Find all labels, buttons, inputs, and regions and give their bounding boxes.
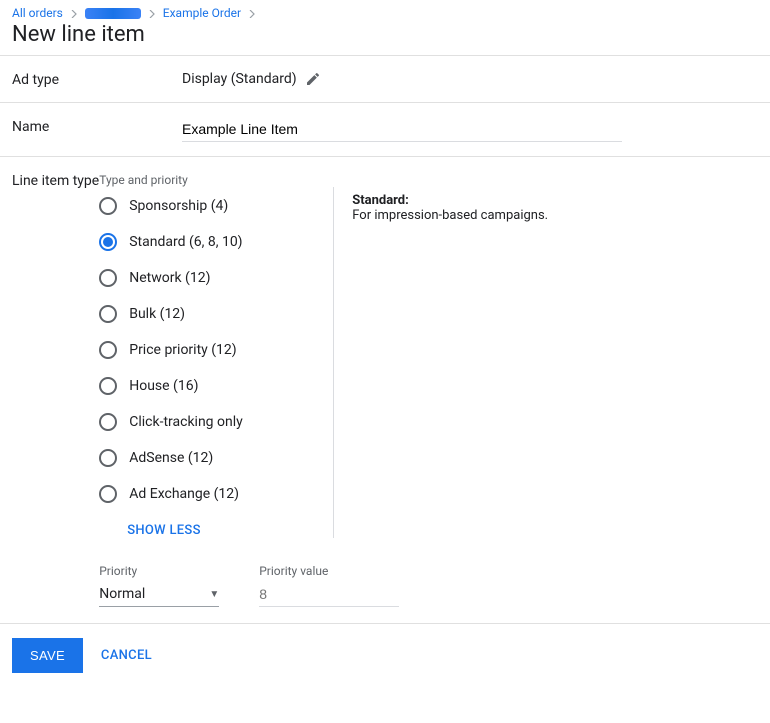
priority-value-input[interactable] xyxy=(259,582,399,607)
radio-option[interactable]: Ad Exchange (12) xyxy=(99,485,319,503)
type-info-title: Standard: xyxy=(352,193,409,208)
radio-option[interactable]: AdSense (12) xyxy=(99,449,319,467)
name-input[interactable] xyxy=(182,117,622,142)
radio-option[interactable]: Network (12) xyxy=(99,269,319,287)
footer-actions: SAVE CANCEL xyxy=(0,623,770,687)
radio-icon xyxy=(99,341,117,359)
radio-option-label: Price priority (12) xyxy=(129,342,236,358)
breadcrumb-link-redacted[interactable] xyxy=(85,8,141,19)
radio-option-label: Bulk (12) xyxy=(129,306,185,322)
radio-option[interactable]: Click-tracking only xyxy=(99,413,319,431)
radio-icon xyxy=(99,485,117,503)
breadcrumb-link-order[interactable]: Example Order xyxy=(163,6,241,20)
breadcrumb: All orders Example Order xyxy=(12,6,758,20)
vertical-divider xyxy=(333,187,334,538)
chevron-right-icon xyxy=(70,7,78,21)
chevron-down-icon: ▼ xyxy=(209,589,219,600)
section-line-item-type: Line item type Type and priority Sponsor… xyxy=(0,156,770,623)
radio-option[interactable]: Price priority (12) xyxy=(99,341,319,359)
priority-select-value: Normal xyxy=(99,586,145,602)
pencil-icon[interactable] xyxy=(305,71,321,87)
radio-icon xyxy=(99,377,117,395)
priority-label: Priority xyxy=(99,564,219,578)
radio-option[interactable]: House (16) xyxy=(99,377,319,395)
radio-option-label: Sponsorship (4) xyxy=(129,198,228,214)
radio-icon xyxy=(99,305,117,323)
page-title: New line item xyxy=(12,22,758,47)
radio-icon xyxy=(99,269,117,287)
type-priority-subhead: Type and priority xyxy=(99,173,319,187)
breadcrumb-link-all-orders[interactable]: All orders xyxy=(12,6,63,20)
radio-option-label: Click-tracking only xyxy=(129,414,243,430)
radio-option-label: Standard (6, 8, 10) xyxy=(129,234,242,250)
radio-option[interactable]: Standard (6, 8, 10) xyxy=(99,233,319,251)
radio-option[interactable]: Sponsorship (4) xyxy=(99,197,319,215)
section-name: Name xyxy=(0,102,770,156)
ad-type-label: Ad type xyxy=(12,70,182,88)
radio-option-label: AdSense (12) xyxy=(129,450,213,466)
radio-option-label: House (16) xyxy=(129,378,198,394)
line-item-type-label: Line item type xyxy=(12,173,99,607)
radio-option-label: Ad Exchange (12) xyxy=(129,486,239,502)
ad-type-value: Display (Standard) xyxy=(182,71,297,87)
chevron-right-icon xyxy=(248,7,256,21)
type-info-body: For impression-based campaigns. xyxy=(352,208,548,223)
type-info-panel: Standard: For impression-based campaigns… xyxy=(352,173,548,538)
priority-value-label: Priority value xyxy=(259,564,399,578)
chevron-right-icon xyxy=(148,7,156,21)
save-button[interactable]: SAVE xyxy=(12,638,83,673)
radio-option[interactable]: Bulk (12) xyxy=(99,305,319,323)
radio-option-label: Network (12) xyxy=(129,270,210,286)
name-label: Name xyxy=(12,117,182,142)
show-less-button[interactable]: SHOW LESS xyxy=(127,523,319,538)
radio-icon xyxy=(99,413,117,431)
priority-select[interactable]: Normal ▼ xyxy=(99,582,219,607)
radio-icon xyxy=(99,449,117,467)
section-ad-type: Ad type Display (Standard) xyxy=(0,55,770,102)
cancel-button[interactable]: CANCEL xyxy=(101,648,152,663)
radio-icon xyxy=(99,197,117,215)
radio-icon xyxy=(99,233,117,251)
